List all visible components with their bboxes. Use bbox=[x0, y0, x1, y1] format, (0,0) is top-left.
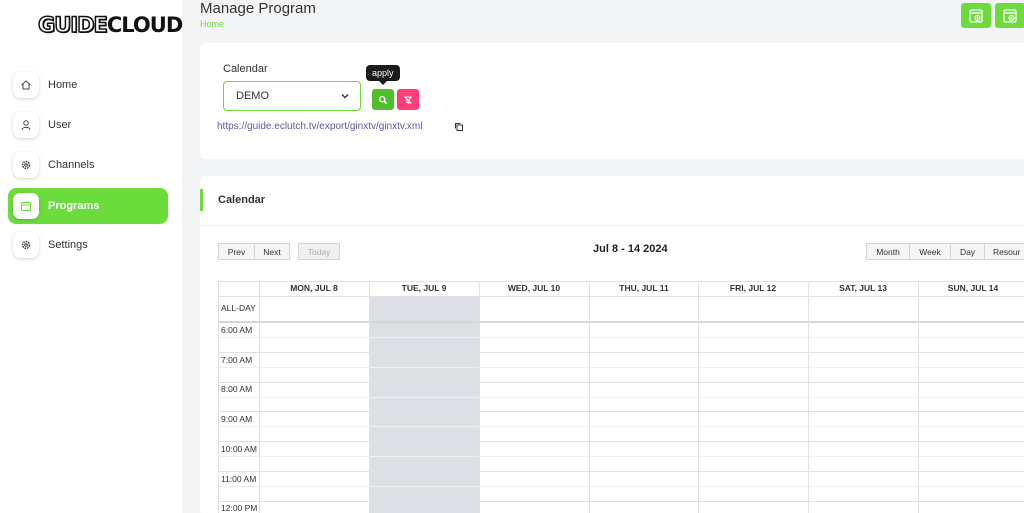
grid-line bbox=[218, 397, 1024, 398]
day-header-fri[interactable]: FRI, JUL 12 bbox=[698, 283, 808, 293]
day-view-button[interactable]: Day bbox=[950, 243, 985, 260]
grid-line bbox=[218, 471, 1024, 472]
search-icon bbox=[378, 95, 388, 104]
sidebar-item-label: Channels bbox=[48, 159, 95, 171]
user-icon bbox=[13, 112, 39, 138]
filter-off-icon bbox=[404, 95, 412, 104]
grid-line bbox=[218, 426, 1024, 427]
home-icon bbox=[13, 72, 39, 98]
grid-line bbox=[218, 501, 1024, 502]
time-label: 12:00 PM bbox=[221, 503, 258, 513]
grid-line bbox=[218, 321, 1024, 323]
calendar-icon bbox=[13, 193, 39, 219]
week-view-button[interactable]: Week bbox=[909, 243, 951, 260]
day-header-mon[interactable]: MON, JUL 8 bbox=[259, 283, 369, 293]
grid-line bbox=[808, 281, 809, 513]
time-label: 8:00 AM bbox=[221, 384, 253, 394]
today-column[interactable] bbox=[369, 297, 479, 513]
grid-line bbox=[218, 337, 1024, 338]
date-range-title: Jul 8 - 14 2024 bbox=[593, 243, 668, 255]
calendar-card-title: Calendar bbox=[218, 194, 266, 206]
breadcrumb[interactable]: Home bbox=[200, 19, 224, 29]
logo[interactable]: GUIDECLOUD bbox=[37, 12, 183, 38]
sidebar-item-label: Home bbox=[48, 79, 78, 91]
grid-line bbox=[259, 281, 260, 513]
export-feed-link[interactable]: https://guide.eclutch.tv/export/ginxtv/g… bbox=[217, 121, 422, 132]
day-header-wed[interactable]: WED, JUL 10 bbox=[479, 283, 589, 293]
sidebar-item-channels[interactable]: Channels bbox=[8, 147, 168, 183]
grid-line bbox=[369, 281, 370, 513]
day-header-sun[interactable]: SUN, JUL 14 bbox=[918, 283, 1024, 293]
card-accent-bar bbox=[200, 189, 203, 211]
sidebar: GUIDECLOUD Home User Channels Programs S… bbox=[0, 0, 183, 513]
day-header-sat[interactable]: SAT, JUL 13 bbox=[808, 283, 918, 293]
grid-line bbox=[589, 281, 590, 513]
month-view-button[interactable]: Month bbox=[866, 243, 910, 260]
calendar-card: Calendar Prev Next Today Jul 8 - 14 2024… bbox=[200, 176, 1024, 513]
today-button[interactable]: Today bbox=[298, 243, 340, 260]
grid-line bbox=[218, 456, 1024, 457]
grid-line bbox=[218, 352, 1024, 353]
sidebar-item-label: Settings bbox=[48, 239, 88, 251]
grid-line bbox=[218, 486, 1024, 487]
grid-line bbox=[698, 281, 699, 513]
grid-line bbox=[218, 296, 1024, 297]
grid-line bbox=[218, 281, 219, 513]
copy-icon[interactable] bbox=[454, 122, 464, 132]
prev-button[interactable]: Prev bbox=[218, 243, 255, 260]
sidebar-item-home[interactable]: Home bbox=[8, 67, 168, 103]
time-label: 9:00 AM bbox=[221, 414, 253, 424]
apply-button[interactable] bbox=[372, 89, 394, 110]
calendar-add-icon bbox=[1003, 8, 1017, 23]
week-grid: MON, JUL 8 TUE, JUL 9 WED, JUL 10 THU, J… bbox=[218, 281, 1024, 513]
add-calendar-button[interactable] bbox=[961, 3, 991, 28]
grid-line bbox=[918, 281, 919, 513]
filter-card: Calendar DEMO apply https://guide.eclutc… bbox=[200, 43, 1024, 159]
calendar-add-icon bbox=[969, 8, 983, 23]
time-label: 6:00 AM bbox=[221, 325, 253, 335]
all-day-label: ALL-DAY bbox=[221, 303, 256, 313]
calendar-select[interactable]: DEMO bbox=[223, 81, 361, 111]
grid-line bbox=[218, 367, 1024, 368]
calendar-select-value: DEMO bbox=[236, 90, 269, 102]
grid-line bbox=[218, 382, 1024, 383]
grid-line bbox=[218, 281, 1024, 282]
day-header-tue[interactable]: TUE, JUL 9 bbox=[369, 283, 479, 293]
gear-icon bbox=[13, 152, 39, 178]
time-label: 10:00 AM bbox=[221, 444, 257, 454]
grid-line bbox=[218, 441, 1024, 442]
next-button[interactable]: Next bbox=[254, 243, 290, 260]
chevron-down-icon bbox=[341, 94, 349, 99]
sidebar-item-label: Programs bbox=[48, 200, 100, 212]
sidebar-item-programs[interactable]: Programs bbox=[8, 188, 168, 224]
page-title: Manage Program bbox=[200, 0, 316, 17]
time-label: 7:00 AM bbox=[221, 355, 253, 365]
grid-line bbox=[479, 281, 480, 513]
grid-line bbox=[218, 411, 1024, 412]
day-header-thu[interactable]: THU, JUL 11 bbox=[589, 283, 699, 293]
divider bbox=[200, 225, 1024, 226]
sidebar-item-user[interactable]: User bbox=[8, 107, 168, 143]
clear-filter-button[interactable] bbox=[397, 89, 419, 110]
time-label: 11:00 AM bbox=[221, 474, 257, 484]
add-program-button[interactable] bbox=[995, 3, 1024, 28]
sidebar-item-settings[interactable]: Settings bbox=[8, 227, 168, 263]
gear-icon bbox=[13, 232, 39, 258]
calendar-label: Calendar bbox=[223, 63, 268, 75]
sidebar-item-label: User bbox=[48, 119, 72, 131]
resource-view-button[interactable]: Resour bbox=[984, 243, 1024, 260]
apply-tooltip: apply bbox=[366, 65, 400, 85]
